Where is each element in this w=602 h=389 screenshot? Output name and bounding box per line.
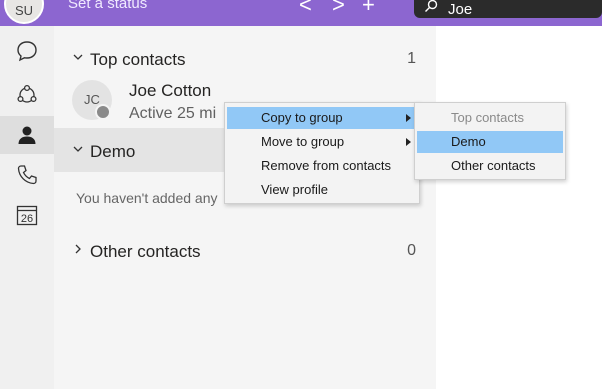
submenu-arrow-icon xyxy=(406,114,411,122)
set-status-text[interactable]: Set a status xyxy=(68,0,147,12)
contacts-panel: Top contacts 1 JC Joe Cotton Active 25 m… xyxy=(54,26,436,389)
menu-item-label: View profile xyxy=(261,182,328,197)
chevron-down-icon xyxy=(73,54,83,60)
submenu-demo[interactable]: Demo xyxy=(417,131,563,153)
submenu-arrow-icon xyxy=(406,138,411,146)
back-button[interactable]: < xyxy=(299,0,312,16)
menu-item-label: Remove from contacts xyxy=(261,158,392,173)
chevron-down-icon xyxy=(73,146,83,152)
user-avatar[interactable]: SU xyxy=(4,0,44,24)
rail-network[interactable] xyxy=(0,76,54,114)
calendar-date: 26 xyxy=(21,213,33,225)
submenu-top-contacts: Top contacts xyxy=(417,107,563,129)
rail-calendar[interactable]: 26 xyxy=(0,196,54,234)
group-count: 0 xyxy=(407,242,416,259)
group-other-contacts[interactable]: Other contacts 0 xyxy=(54,228,436,272)
group-name: Demo xyxy=(90,142,136,161)
menu-item-label: Copy to group xyxy=(261,110,343,125)
search-box[interactable]: Joe xyxy=(414,0,602,18)
chat-icon xyxy=(17,41,37,62)
search-icon xyxy=(425,0,438,12)
presence-away-icon xyxy=(95,104,111,120)
network-icon xyxy=(17,84,37,103)
group-count: 1 xyxy=(407,50,416,67)
rail-contacts[interactable] xyxy=(0,116,54,154)
rail-chat[interactable] xyxy=(0,32,54,70)
menu-move-to-group[interactable]: Move to group xyxy=(227,131,417,153)
menu-item-label: Demo xyxy=(451,134,486,149)
submenu-other-contacts[interactable]: Other contacts xyxy=(417,155,563,177)
forward-button[interactable]: > xyxy=(332,0,345,16)
new-button[interactable]: + xyxy=(362,0,375,16)
menu-item-label: Top contacts xyxy=(451,110,524,125)
group-name: Other contacts xyxy=(90,242,201,261)
contact-status: Active 25 mi xyxy=(129,105,217,122)
menu-remove-from-contacts[interactable]: Remove from contacts xyxy=(227,155,417,177)
menu-item-label: Move to group xyxy=(261,134,345,149)
detail-pane xyxy=(436,26,602,389)
demo-empty-text: You haven't added any xyxy=(76,190,218,206)
context-menu: Copy to group Move to group Remove from … xyxy=(224,102,420,204)
search-input[interactable]: Joe xyxy=(448,1,472,18)
copy-to-group-submenu: Top contacts Demo Other contacts xyxy=(414,102,566,180)
calendar-icon: 26 xyxy=(16,205,38,226)
group-name: Top contacts xyxy=(90,50,186,69)
group-top-contacts[interactable]: Top contacts 1 xyxy=(54,36,436,80)
phone-icon xyxy=(17,165,37,185)
title-bar: SU Set a status < > + Joe xyxy=(0,0,602,26)
contact-name: Joe Cotton xyxy=(129,81,212,100)
rail-calls[interactable] xyxy=(0,156,54,194)
menu-copy-to-group[interactable]: Copy to group xyxy=(227,107,417,129)
menu-item-label: Other contacts xyxy=(451,158,536,173)
menu-view-profile[interactable]: View profile xyxy=(227,179,417,201)
chevron-right-icon xyxy=(75,244,81,254)
contacts-icon xyxy=(18,126,36,144)
left-rail: 26 xyxy=(0,26,54,389)
